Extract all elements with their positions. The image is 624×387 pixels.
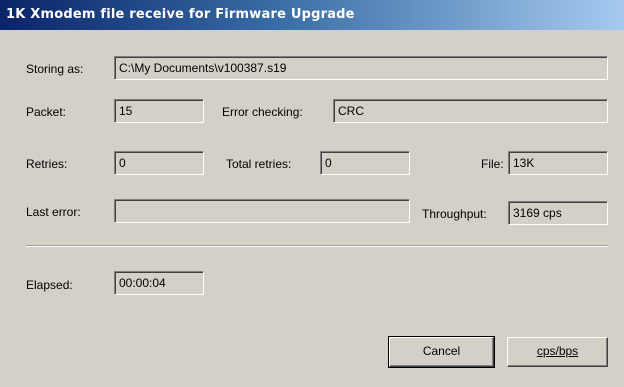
packet-label: Packet: <box>26 105 67 119</box>
last-error-field <box>114 199 410 223</box>
packet-field: 15 <box>114 99 204 123</box>
error-checking-label: Error checking: <box>222 105 303 119</box>
total-retries-field: 0 <box>320 151 410 175</box>
cancel-button[interactable]: Cancel <box>388 336 495 368</box>
throughput-label: Throughput: <box>422 207 487 221</box>
elapsed-field: 00:00:04 <box>114 271 204 295</box>
retries-label: Retries: <box>26 157 68 171</box>
cps-bps-button-label: cps/bps <box>536 344 579 358</box>
retries-field: 0 <box>114 151 204 175</box>
total-retries-label: Total retries: <box>226 157 292 171</box>
elapsed-label: Elapsed: <box>26 278 73 292</box>
file-label: File: <box>481 157 504 171</box>
storing-as-label: Storing as: <box>26 62 84 76</box>
separator <box>26 245 608 247</box>
cps-bps-button[interactable]: cps/bps <box>507 337 608 367</box>
last-error-label: Last error: <box>26 205 81 219</box>
xmodem-receive-dialog: 1K Xmodem file receive for Firmware Upgr… <box>0 0 624 387</box>
file-field: 13K <box>508 151 608 175</box>
storing-as-field: C:\My Documents\v100387.s19 <box>114 56 608 80</box>
cancel-button-label: Cancel <box>422 344 461 358</box>
window-title: 1K Xmodem file receive for Firmware Upgr… <box>0 0 624 30</box>
error-checking-field: CRC <box>333 99 608 123</box>
throughput-field: 3169 cps <box>508 201 608 225</box>
